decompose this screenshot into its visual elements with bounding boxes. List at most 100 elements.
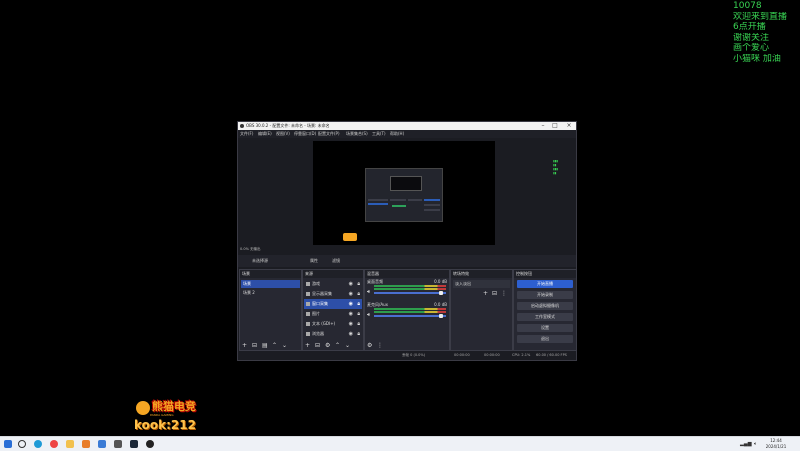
studio-mode-button[interactable]: 工作室模式: [517, 313, 573, 321]
controls-dock: 控制按钮 开始直播 开始录制 启动虚拟摄像机 工作室模式 设置 退出: [513, 269, 577, 351]
fader-knob[interactable]: [439, 314, 443, 318]
eye-icon[interactable]: ◉: [349, 319, 353, 329]
eye-icon[interactable]: ◉: [349, 299, 353, 309]
volume-icon[interactable]: 🔈︎: [754, 441, 757, 447]
menu-docks[interactable]: 停靠窗口(D): [294, 130, 316, 138]
scenes-dock: 场景 场景 场景 2 + ⊟ ▤ ⌃ ⌄: [239, 269, 302, 351]
source-item[interactable]: 浏览器 ◉ 🔒︎: [304, 329, 362, 339]
nested-preview-screen: [365, 168, 443, 222]
gear-icon[interactable]: ⚙: [367, 341, 372, 350]
menu-view[interactable]: 视图(V): [276, 130, 290, 138]
more-icon[interactable]: ⋮: [377, 341, 383, 350]
mail-icon[interactable]: [98, 440, 106, 448]
menu-edit[interactable]: 编辑(E): [258, 130, 272, 138]
steam-icon[interactable]: [130, 440, 138, 448]
overlay-line: 小猫咪 加油: [733, 53, 781, 64]
transition-select[interactable]: 淡入淡出: [453, 280, 510, 288]
volume-fader[interactable]: [374, 315, 446, 317]
down-arrow-icon[interactable]: ⌄: [345, 341, 350, 350]
source-label: 浏览器: [312, 331, 324, 336]
lock-icon[interactable]: 🔒︎: [357, 299, 360, 309]
menu-file[interactable]: 文件(F): [240, 130, 253, 138]
start-streaming-button[interactable]: 开始直播: [517, 280, 573, 288]
eye-icon[interactable]: ◉: [349, 329, 353, 339]
volume-meter: [374, 311, 446, 313]
chrome-icon[interactable]: [50, 440, 58, 448]
network-icon[interactable]: ▂▄▆: [740, 441, 752, 447]
settings-button[interactable]: 设置: [517, 324, 573, 332]
add-icon[interactable]: +: [305, 341, 310, 350]
eye-icon[interactable]: ◉: [349, 279, 353, 289]
store-icon[interactable]: [82, 440, 90, 448]
menu-help[interactable]: 帮助(H): [390, 130, 404, 138]
source-item[interactable]: 显示器采集 ◉ 🔒︎: [304, 289, 362, 299]
lock-icon[interactable]: 🔒︎: [357, 279, 360, 289]
down-arrow-icon[interactable]: ⌄: [282, 341, 287, 350]
menu-profile[interactable]: 配置文件(P): [318, 130, 340, 138]
scenes-title: 场景: [240, 270, 301, 278]
mixer-title: 混音器: [365, 270, 449, 278]
gear-icon[interactable]: ⚙: [325, 341, 330, 350]
folder-icon[interactable]: [66, 440, 74, 448]
watermark-kook-text: kook:212: [134, 418, 196, 432]
source-item[interactable]: 文本 (GDI+) ◉ 🔒︎: [304, 319, 362, 329]
scene-item[interactable]: 场景 2: [241, 289, 300, 297]
source-label: 图片: [312, 311, 320, 316]
no-source-label: 未选择源: [252, 258, 268, 263]
sources-dock: 来源 游戏 ◉ 🔒︎ 显示器采集 ◉ 🔒︎ 窗口采集 ◉ 🔒︎ 图片 ◉ 🔒︎: [302, 269, 364, 351]
lock-icon[interactable]: 🔒︎: [357, 329, 360, 339]
track-db: 0.0 dB: [434, 302, 447, 307]
preview-canvas[interactable]: ▮▮▮ ▮▮ ▮▮▮ ▮▮: [313, 141, 558, 245]
add-icon[interactable]: +: [242, 341, 247, 350]
exit-button[interactable]: 退出: [517, 335, 573, 343]
source-item[interactable]: 图片 ◉ 🔒︎: [304, 309, 362, 319]
app-icon[interactable]: [114, 440, 122, 448]
menu-scene-collection[interactable]: 场景集合(S): [346, 130, 368, 138]
menu-tools[interactable]: 工具(T): [372, 130, 386, 138]
start-icon[interactable]: [4, 440, 12, 448]
scene-item[interactable]: 场景: [241, 280, 300, 288]
eye-icon[interactable]: ◉: [349, 289, 353, 299]
maximize-icon[interactable]: □: [550, 122, 560, 130]
filters-button[interactable]: 滤镜: [332, 255, 340, 267]
source-label: 文本 (GDI+): [312, 321, 336, 326]
source-item[interactable]: 游戏 ◉ 🔒︎: [304, 279, 362, 289]
speaker-icon[interactable]: 🔊︎: [367, 312, 370, 318]
mixer-track: 麦克风/Aux 0.0 dB 🔊︎: [367, 302, 447, 322]
filter-icon[interactable]: ▤: [262, 341, 268, 350]
title-bar[interactable]: OBS 30.0.2 - 配置文件: 未命名 - 场景: 未命名 – □ ×: [238, 122, 576, 130]
remove-icon[interactable]: ⊟: [252, 341, 257, 350]
taskbar-clock[interactable]: 12:44 2024/1/21: [764, 438, 788, 450]
watermark-sub-text: PANDA GAMING: [150, 413, 174, 417]
minimize-icon[interactable]: –: [538, 122, 548, 130]
up-arrow-icon[interactable]: ⌃: [335, 341, 340, 350]
lock-icon[interactable]: 🔒︎: [357, 289, 360, 299]
start-recording-button[interactable]: 开始录制: [517, 291, 573, 299]
sources-title: 来源: [303, 270, 363, 278]
obs-icon[interactable]: [146, 440, 154, 448]
search-icon[interactable]: [18, 440, 26, 448]
up-arrow-icon[interactable]: ⌃: [272, 341, 277, 350]
preview-status: 0.0% 无输出: [240, 247, 261, 251]
add-icon[interactable]: +: [483, 290, 488, 297]
source-item[interactable]: 窗口采集 ◉ 🔒︎: [304, 299, 362, 309]
remove-icon[interactable]: ⊟: [315, 341, 320, 350]
source-type-icon: [306, 292, 310, 296]
volume-fader[interactable]: [374, 292, 446, 294]
fader-knob[interactable]: [439, 291, 443, 295]
controls-title: 控制按钮: [514, 270, 576, 278]
remove-icon[interactable]: ⊟: [492, 290, 497, 297]
lock-icon[interactable]: 🔒︎: [357, 309, 360, 319]
overlay-line: 谢谢关注: [733, 32, 770, 43]
speaker-icon[interactable]: 🔊︎: [367, 289, 370, 295]
properties-button[interactable]: 属性: [310, 255, 318, 267]
close-icon[interactable]: ×: [564, 122, 574, 130]
preview-watermark-icon: [343, 233, 357, 241]
virtual-camera-button[interactable]: 启动虚拟摄像机: [517, 302, 573, 310]
menu-bar: 文件(F) 编辑(E) 视图(V) 停靠窗口(D) 配置文件(P) 场景集合(S…: [238, 130, 576, 138]
eye-icon[interactable]: ◉: [349, 309, 353, 319]
lock-icon[interactable]: 🔒︎: [357, 319, 360, 329]
obs-logo-icon: [240, 124, 244, 128]
edge-icon[interactable]: [34, 440, 42, 448]
more-icon[interactable]: ⋮: [501, 290, 507, 297]
